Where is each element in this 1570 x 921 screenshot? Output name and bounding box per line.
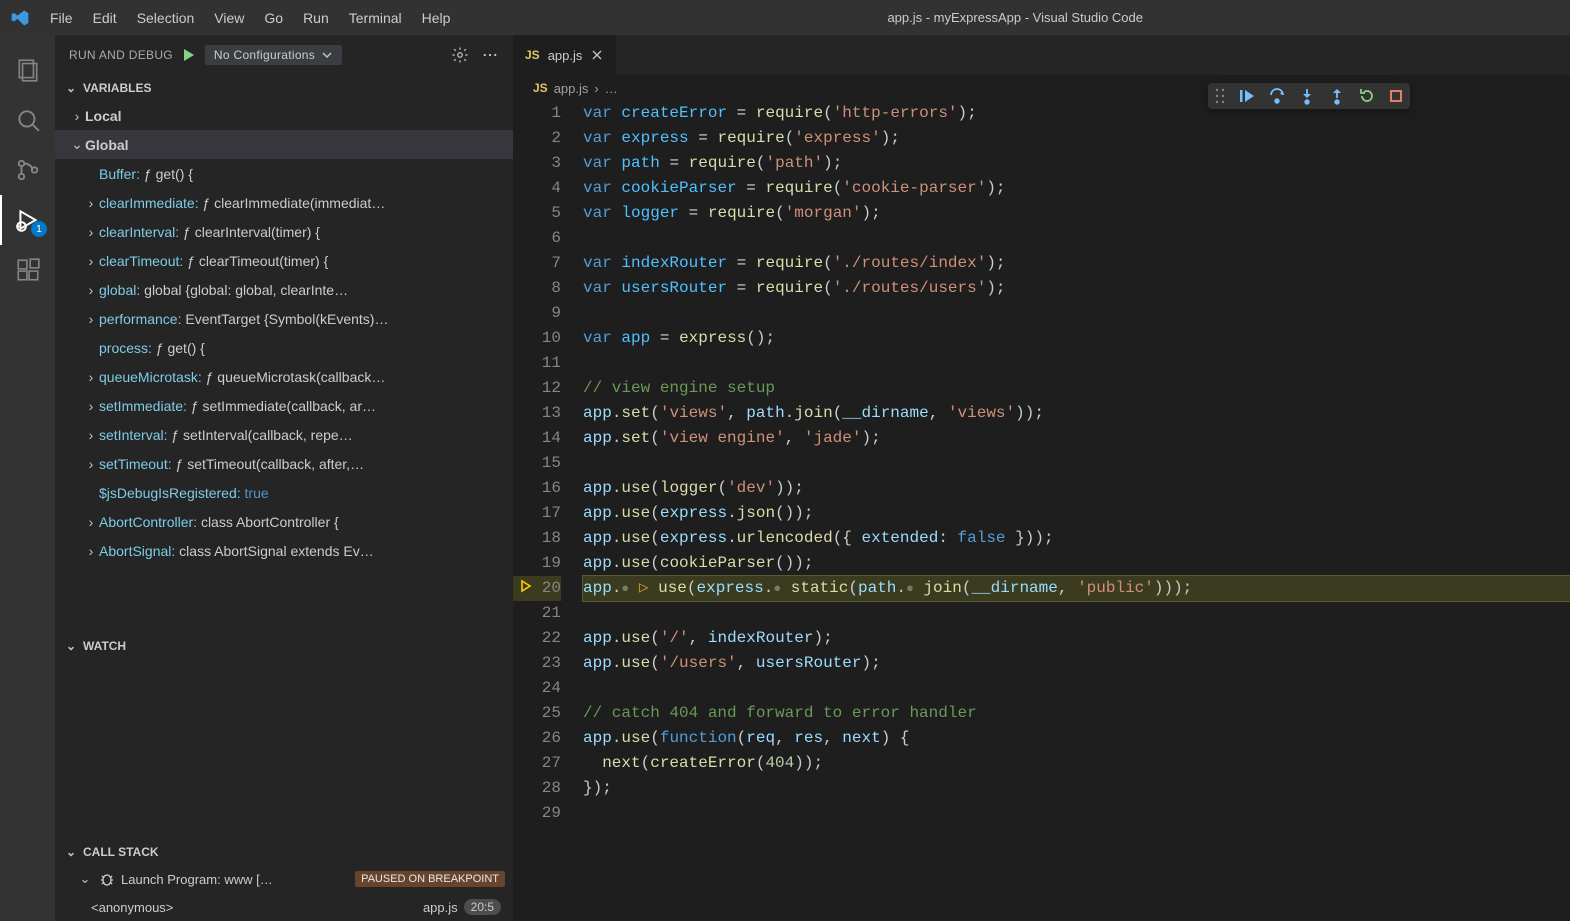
- window-title: app.js - myExpressApp - Visual Studio Co…: [460, 10, 1570, 25]
- chevron-right-icon: ›: [83, 543, 99, 559]
- debug-config-select[interactable]: No Configurations: [205, 45, 342, 65]
- chevron-right-icon: ›: [83, 514, 99, 530]
- chevron-right-icon: ›: [83, 369, 99, 385]
- variable-row[interactable]: ›setInterval: ƒ setInterval(callback, re…: [55, 420, 513, 449]
- chevron-right-icon: ›: [83, 253, 99, 269]
- chevron-right-icon: ›: [83, 456, 99, 472]
- variable-row[interactable]: Buffer: ƒ get() {: [55, 159, 513, 188]
- variable-row[interactable]: ›global: global {global: global, clearIn…: [55, 275, 513, 304]
- variables-section[interactable]: ⌄ VARIABLES: [55, 75, 513, 101]
- activity-bar: 1: [0, 35, 55, 921]
- sidebar-title: RUN AND DEBUG: [69, 48, 173, 62]
- explorer-icon[interactable]: [0, 45, 55, 95]
- chevron-right-icon: ›: [83, 282, 99, 298]
- breadcrumb[interactable]: JS app.js › …: [513, 75, 1570, 101]
- sidebar: RUN AND DEBUG No Configurations ⌄ VARIAB…: [55, 35, 513, 921]
- code-content[interactable]: var createError = require('http-errors')…: [583, 101, 1570, 921]
- editor: JS app.js JS app.js › … 1234567891011121…: [513, 35, 1570, 921]
- chevron-right-icon: ›: [83, 311, 99, 327]
- variable-row[interactable]: ›AbortController: class AbortController …: [55, 507, 513, 536]
- chevron-right-icon: ›: [83, 195, 99, 211]
- chevron-down-icon: ⌄: [63, 639, 79, 653]
- run-debug-icon[interactable]: 1: [0, 195, 55, 245]
- callstack-program[interactable]: ⌄ Launch Program: www [… PAUSED ON BREAK…: [55, 865, 513, 893]
- titlebar: FileEditSelectionViewGoRunTerminalHelp a…: [0, 0, 1570, 35]
- debug-badge: 1: [31, 221, 47, 237]
- more-icon[interactable]: [481, 46, 499, 64]
- variable-row[interactable]: ›clearImmediate: ƒ clearImmediate(immedi…: [55, 188, 513, 217]
- menu-terminal[interactable]: Terminal: [339, 6, 412, 30]
- menu-edit[interactable]: Edit: [83, 6, 127, 30]
- source-control-icon[interactable]: [0, 145, 55, 195]
- pause-status: PAUSED ON BREAKPOINT: [355, 871, 505, 887]
- debug-toolbar[interactable]: [1208, 83, 1410, 109]
- continue-icon[interactable]: [1238, 87, 1256, 105]
- chevron-right-icon: ›: [83, 398, 99, 414]
- watch-section[interactable]: ⌄ WATCH: [55, 633, 513, 659]
- step-over-icon[interactable]: [1268, 87, 1286, 105]
- menu-run[interactable]: Run: [293, 6, 339, 30]
- variable-row[interactable]: ›performance: EventTarget {Symbol(kEvent…: [55, 304, 513, 333]
- chevron-right-icon: ›: [83, 427, 99, 443]
- variable-row[interactable]: ›queueMicrotask: ƒ queueMicrotask(callba…: [55, 362, 513, 391]
- chevron-down-icon: ⌄: [63, 845, 79, 859]
- search-icon[interactable]: [0, 95, 55, 145]
- menu-selection[interactable]: Selection: [127, 6, 205, 30]
- menu-view[interactable]: View: [204, 6, 254, 30]
- menu-go[interactable]: Go: [254, 6, 293, 30]
- menu-bar: FileEditSelectionViewGoRunTerminalHelp: [40, 6, 460, 30]
- variable-row[interactable]: $jsDebugIsRegistered: true: [55, 478, 513, 507]
- tab-bar: JS app.js: [513, 35, 1570, 75]
- variable-row[interactable]: ›setTimeout: ƒ setTimeout(callback, afte…: [55, 449, 513, 478]
- step-into-icon[interactable]: [1298, 87, 1316, 105]
- js-icon: JS: [533, 81, 548, 95]
- chevron-down-icon: ⌄: [77, 871, 93, 887]
- debug-header: RUN AND DEBUG No Configurations: [55, 35, 513, 75]
- js-icon: JS: [525, 48, 540, 62]
- vscode-icon: [10, 8, 30, 28]
- stack-frame[interactable]: <anonymous> app.js 20:5: [55, 893, 513, 921]
- chevron-right-icon: ›: [69, 108, 85, 124]
- chevron-down-icon: ⌄: [63, 81, 79, 95]
- restart-icon[interactable]: [1358, 87, 1376, 105]
- gutter[interactable]: 1234567891011121314151617181920212223242…: [513, 101, 583, 921]
- tab-app-js[interactable]: JS app.js: [513, 35, 617, 75]
- variable-row[interactable]: ›setImmediate: ƒ setImmediate(callback, …: [55, 391, 513, 420]
- step-out-icon[interactable]: [1328, 87, 1346, 105]
- chevron-right-icon: ›: [83, 224, 99, 240]
- code-area[interactable]: 1234567891011121314151617181920212223242…: [513, 101, 1570, 921]
- grip-icon[interactable]: [1214, 87, 1226, 105]
- menu-file[interactable]: File: [40, 6, 83, 30]
- close-icon[interactable]: [590, 48, 604, 62]
- variable-row[interactable]: ›clearTimeout: ƒ clearTimeout(timer) {: [55, 246, 513, 275]
- chevron-down-icon: [321, 49, 333, 61]
- variable-row[interactable]: process: ƒ get() {: [55, 333, 513, 362]
- variable-row[interactable]: ›clearInterval: ƒ clearInterval(timer) {: [55, 217, 513, 246]
- stop-icon[interactable]: [1388, 88, 1404, 104]
- bug-icon: [99, 871, 115, 887]
- global-scope[interactable]: ⌄ Global: [55, 130, 513, 159]
- extensions-icon[interactable]: [0, 245, 55, 295]
- callstack-section[interactable]: ⌄ CALL STACK: [55, 839, 513, 865]
- menu-help[interactable]: Help: [412, 6, 461, 30]
- gear-icon[interactable]: [451, 46, 469, 64]
- local-scope[interactable]: › Local: [55, 101, 513, 130]
- variable-row[interactable]: ›AbortSignal: class AbortSignal extends …: [55, 536, 513, 565]
- chevron-down-icon: ⌄: [69, 136, 85, 153]
- start-debug-icon[interactable]: [181, 47, 197, 63]
